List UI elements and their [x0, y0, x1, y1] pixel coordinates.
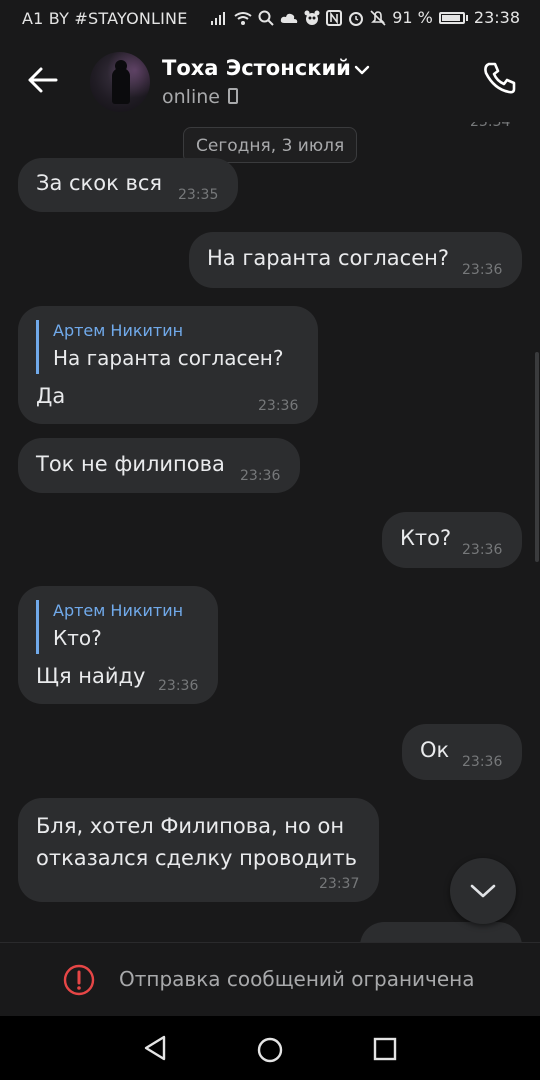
cloud-icon — [281, 13, 298, 23]
message-time: 23:35 — [178, 187, 219, 203]
mobile-device-icon — [228, 88, 238, 104]
message-bubble-incoming-reply[interactable]: Артем Никитин На гаранта согласен? Да 23… — [18, 306, 318, 424]
wifi-icon — [234, 11, 252, 25]
mute-icon — [370, 9, 386, 26]
message-time: 23:36 — [240, 468, 281, 484]
message-time: 23:36 — [462, 262, 503, 278]
message-text-line-1: Бля, хотел Филипова, но он — [36, 814, 345, 838]
chevron-down-icon — [470, 884, 496, 898]
restriction-bar: Отправка сообщений ограничена — [0, 942, 540, 1017]
nfc-icon — [326, 9, 343, 26]
carrier-label: A1 BY #STAYONLINE — [22, 9, 188, 28]
status-bar: A1 BY #STAYONLINE 91 % 23:38 — [0, 0, 540, 36]
reply-author: Артем Никитин — [53, 321, 184, 340]
battery-cap — [465, 14, 468, 21]
nav-recent-apps-icon[interactable] — [372, 1036, 398, 1062]
message-text: Щя найду — [36, 664, 146, 688]
nav-home-icon[interactable] — [256, 1036, 284, 1064]
message-bubble-outgoing[interactable]: На гаранта согласен? 23:36 — [189, 232, 522, 288]
warning-icon — [63, 964, 95, 996]
phone-call-icon[interactable] — [480, 58, 520, 98]
restriction-message: Отправка сообщений ограничена — [119, 967, 475, 991]
partial-message-time: 23:34 — [470, 122, 511, 130]
chevron-down-icon[interactable] — [354, 64, 370, 76]
chat-header: Тоха Эстонский online — [0, 36, 540, 122]
message-bubble-incoming[interactable]: Бля, хотел Филипова, но он отказался сде… — [18, 798, 379, 902]
alarm-icon — [349, 11, 364, 26]
panda-icon — [304, 10, 320, 25]
message-time: 23:36 — [258, 398, 299, 414]
battery-icon — [438, 11, 465, 24]
message-bubble-incoming-reply[interactable]: Артем Никитин Кто? Щя найду 23:36 — [18, 586, 218, 704]
battery-percent: 91 % — [392, 8, 433, 27]
message-bubble-outgoing[interactable]: Ок 23:36 — [402, 724, 522, 780]
message-time: 23:36 — [462, 754, 503, 770]
message-bubble-outgoing[interactable]: Кто? 23:36 — [382, 512, 522, 568]
nav-back-icon[interactable] — [142, 1034, 168, 1062]
message-text: На гаранта согласен? — [207, 246, 450, 270]
message-text-line-2: отказался сделку проводить — [36, 846, 358, 870]
message-text: Кто? — [400, 526, 452, 550]
status-time: 23:38 — [473, 8, 520, 27]
reply-text: На гаранта согласен? — [53, 346, 284, 370]
message-time: 23:36 — [158, 678, 199, 694]
message-bubble-incoming[interactable]: За скок вся 23:35 — [18, 158, 238, 212]
system-navigation-bar — [0, 1016, 540, 1080]
scrollbar-thumb[interactable] — [535, 352, 539, 562]
reply-quote[interactable]: Артем Никитин На гаранта согласен? — [36, 320, 283, 374]
contact-avatar[interactable] — [90, 52, 150, 112]
reply-text: Кто? — [53, 626, 102, 650]
avatar-figure-body — [112, 68, 130, 104]
message-text: За скок вся — [36, 171, 162, 195]
reply-author: Артем Никитин — [53, 601, 184, 620]
back-arrow-icon[interactable] — [22, 60, 62, 100]
message-text: Ок — [420, 738, 450, 762]
scroll-down-button[interactable] — [450, 858, 516, 924]
contact-status: online — [162, 86, 220, 108]
message-bubble-outgoing-partial[interactable] — [360, 922, 522, 942]
message-text: Да — [36, 384, 66, 408]
message-time: 23:37 — [319, 876, 360, 892]
signal-icon — [211, 11, 226, 25]
message-text: Ток не филипова — [36, 452, 225, 476]
contact-name[interactable]: Тоха Эстонский — [162, 56, 351, 80]
message-bubble-incoming[interactable]: Ток не филипова 23:36 — [18, 438, 300, 493]
message-time: 23:36 — [462, 542, 503, 558]
search-icon — [258, 10, 274, 26]
message-list[interactable]: 23:34 Сегодня, 3 июля За скок вся 23:35 … — [0, 122, 540, 942]
status-icons: 91 % 23:38 — [210, 8, 520, 27]
reply-quote[interactable]: Артем Никитин Кто? — [36, 600, 183, 654]
